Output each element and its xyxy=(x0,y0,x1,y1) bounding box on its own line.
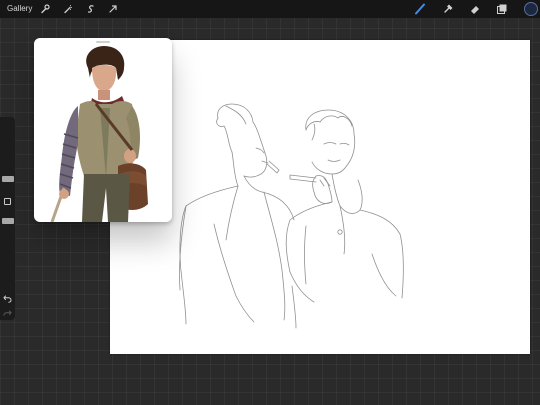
reference-character-illustration xyxy=(50,46,148,222)
modify-button[interactable] xyxy=(4,198,11,205)
brush-icon[interactable] xyxy=(414,3,426,15)
layers-icon[interactable] xyxy=(496,3,508,15)
smudge-icon[interactable] xyxy=(442,3,454,15)
transform-arrow-icon[interactable] xyxy=(107,3,119,15)
wrench-icon[interactable] xyxy=(39,3,51,15)
selection-icon[interactable] xyxy=(85,3,97,15)
reference-window[interactable] xyxy=(34,38,172,222)
top-toolbar: Gallery xyxy=(0,0,540,18)
gallery-button[interactable]: Gallery xyxy=(7,3,32,15)
brush-size-slider[interactable] xyxy=(2,176,14,182)
eraser-icon[interactable] xyxy=(469,3,481,15)
drawing-canvas[interactable] xyxy=(110,40,530,354)
sketch-drawing xyxy=(179,103,404,329)
redo-icon[interactable] xyxy=(3,305,12,323)
magic-wand-icon[interactable] xyxy=(62,3,74,15)
brush-opacity-slider[interactable] xyxy=(2,218,14,224)
color-swatch-button[interactable] xyxy=(524,2,538,16)
left-sidebar xyxy=(0,117,15,320)
